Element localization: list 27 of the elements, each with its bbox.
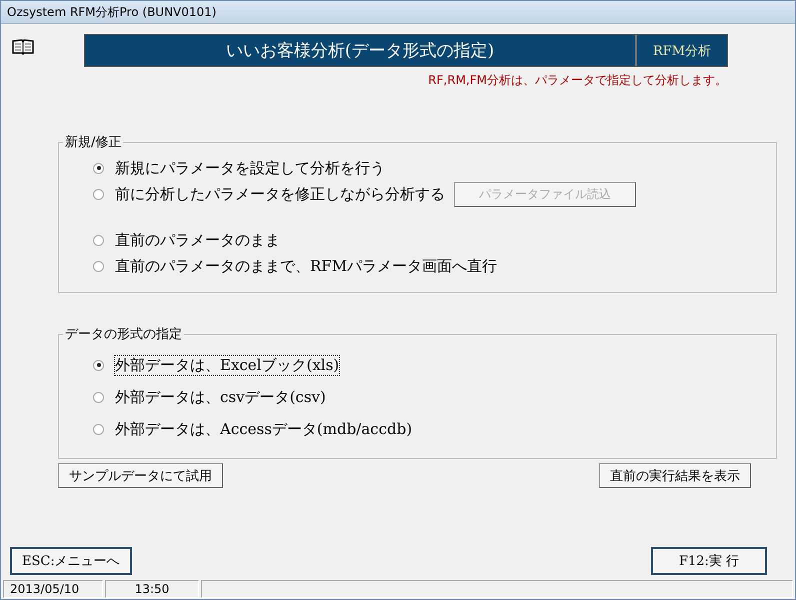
- option-label[interactable]: 直前のパラメータのまま: [114, 230, 281, 250]
- group-label: 新規/修正: [64, 134, 122, 151]
- sample-data-button[interactable]: サンプルデータにて試用: [58, 463, 223, 488]
- group-label: データの形式の指定: [64, 326, 183, 343]
- option-label[interactable]: 外部データは、csvデータ(csv): [114, 386, 327, 408]
- status-date: 2013/05/10: [3, 580, 103, 598]
- option-label[interactable]: 直前のパラメータのままで、RFMパラメータ画面へ直行: [114, 256, 498, 276]
- option-label[interactable]: 新規にパラメータを設定して分析を行う: [114, 158, 386, 178]
- radio-button[interactable]: [93, 392, 104, 402]
- mode-label: RFM分析: [635, 35, 727, 66]
- radio-button[interactable]: [93, 162, 104, 174]
- radio-button[interactable]: [93, 424, 104, 434]
- radio-button[interactable]: [93, 188, 104, 200]
- note-text: RF,RM,FM分析は、パラメータで指定して分析します。: [428, 72, 727, 89]
- show-results-button[interactable]: 直前の実行結果を表示: [599, 463, 751, 488]
- window-title: Ozsystem RFM分析Pro (BUNV0101): [1, 1, 795, 24]
- menu-button[interactable]: ESC:メニューへ: [10, 547, 132, 575]
- run-button[interactable]: F12:実 行: [651, 547, 767, 575]
- option-label[interactable]: 外部データは、Accessデータ(mdb/accdb): [114, 418, 414, 440]
- radio-button[interactable]: [93, 360, 104, 370]
- radio-button[interactable]: [93, 234, 104, 246]
- option-label[interactable]: 外部データは、Excelブック(xls): [114, 354, 340, 376]
- status-time: 13:50: [105, 580, 199, 598]
- book-icon: [12, 39, 34, 55]
- screen-title: いいお客様分析(データ形式の指定): [224, 40, 496, 62]
- radio-button[interactable]: [93, 260, 104, 272]
- option-label[interactable]: 前に分析したパラメータを修正しながら分析する: [114, 184, 446, 204]
